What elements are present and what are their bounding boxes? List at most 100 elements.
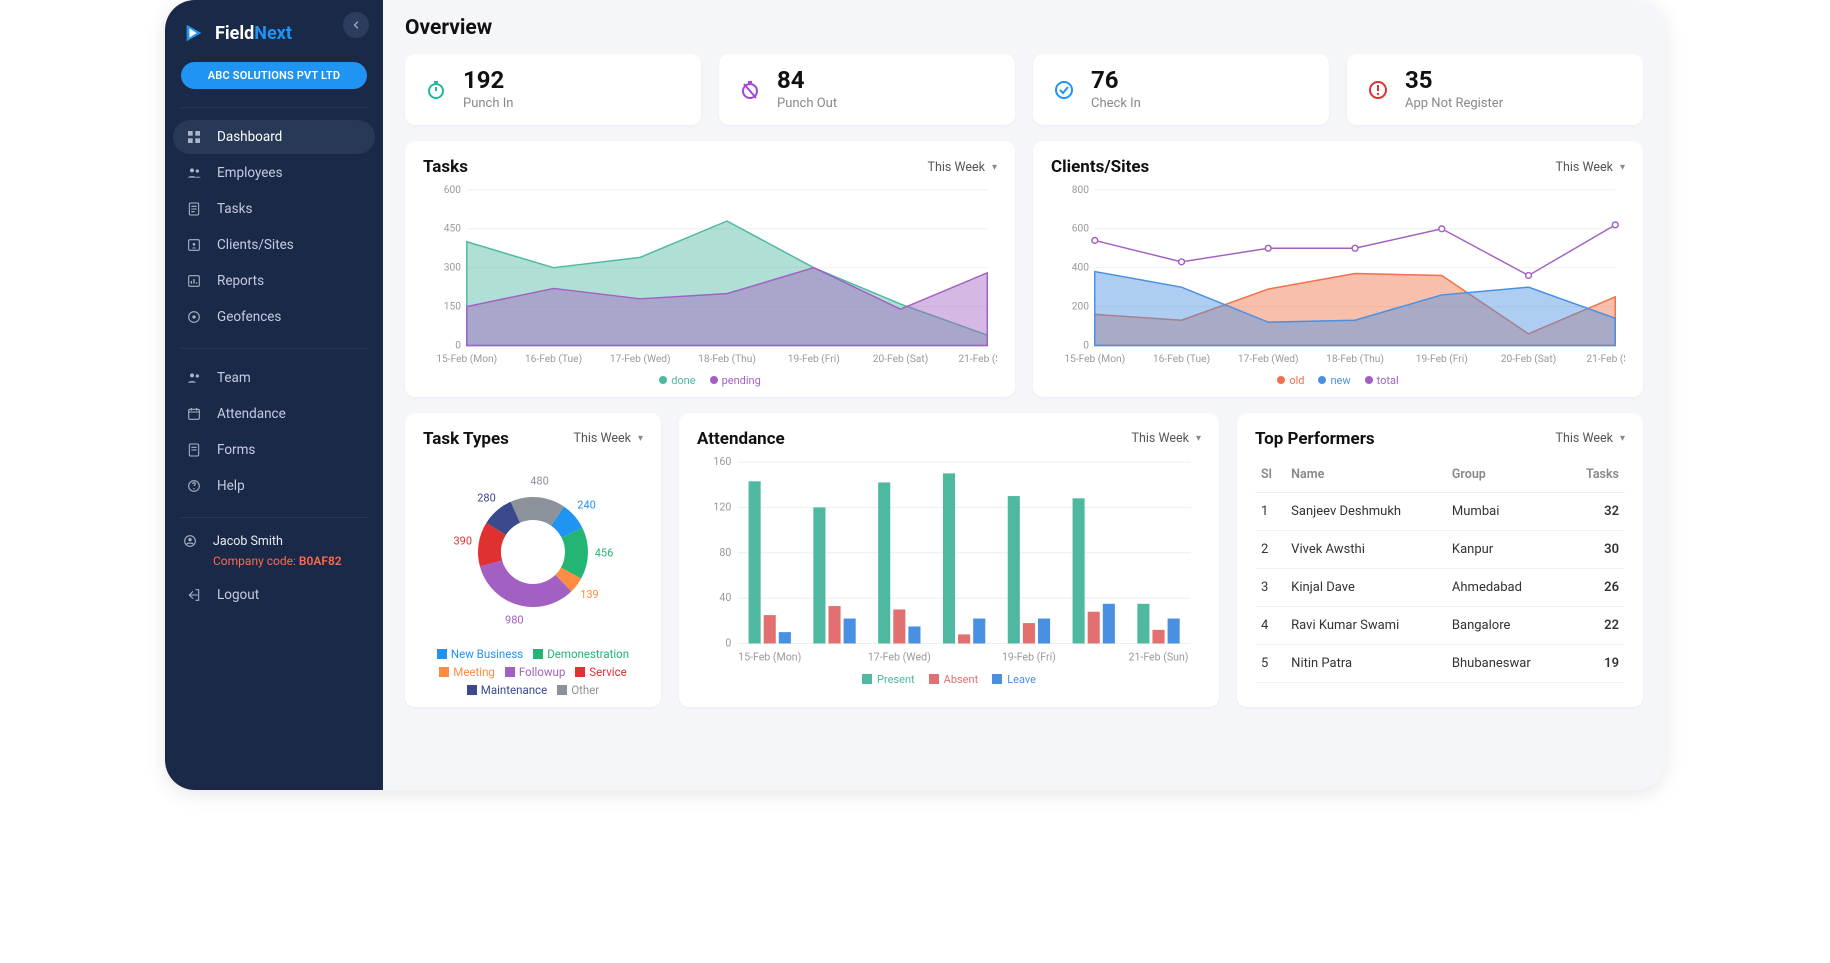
svg-text:450: 450	[444, 224, 461, 235]
sidebar-item-reports[interactable]: Reports	[173, 264, 375, 298]
sidebar-collapse-button[interactable]	[343, 12, 369, 38]
svg-text:390: 390	[453, 534, 472, 547]
sidebar-item-forms[interactable]: Forms	[173, 433, 375, 467]
tasks-chart: 015030045060015-Feb (Mon)16-Feb (Tue)17-…	[423, 185, 997, 370]
svg-text:600: 600	[1072, 224, 1089, 235]
svg-text:17-Feb (Wed): 17-Feb (Wed)	[610, 353, 671, 365]
logout-icon	[185, 586, 203, 604]
brand-icon	[183, 22, 205, 44]
help-icon	[185, 477, 203, 495]
brand-name: FieldNext	[215, 23, 292, 44]
nav-label: Tasks	[217, 201, 252, 217]
svg-text:21-Feb (Sun): 21-Feb (Sun)	[1586, 353, 1625, 365]
svg-text:17-Feb (Wed): 17-Feb (Wed)	[868, 650, 931, 663]
sidebar-item-dashboard[interactable]: Dashboard	[173, 120, 375, 154]
svg-text:19-Feb (Fri): 19-Feb (Fri)	[1002, 650, 1056, 663]
sidebar-item-team[interactable]: Team	[173, 361, 375, 395]
stat-icon	[1365, 77, 1391, 103]
top-time-select[interactable]: This Week	[1556, 431, 1625, 446]
svg-text:160: 160	[713, 457, 731, 468]
svg-text:21-Feb (Sun): 21-Feb (Sun)	[1129, 650, 1189, 663]
geo-icon	[185, 308, 203, 326]
people-icon	[185, 164, 203, 182]
stat-label: Punch Out	[777, 96, 837, 111]
svg-text:0: 0	[455, 340, 461, 351]
attendance-time-select[interactable]: This Week	[1132, 431, 1201, 446]
stat-label: App Not Register	[1405, 96, 1503, 111]
divider	[181, 517, 367, 518]
svg-text:15-Feb (Mon): 15-Feb (Mon)	[436, 353, 497, 365]
chevron-left-icon	[350, 19, 362, 31]
top-performers-panel: Top Performers This Week Sl Name Group T…	[1237, 413, 1643, 707]
stat-icon	[423, 77, 449, 103]
sidebar-item-geofences[interactable]: Geofences	[173, 300, 375, 334]
svg-text:19-Feb (Fri): 19-Feb (Fri)	[788, 353, 840, 365]
task-types-panel: Task Types This Week 2404561399803902804…	[405, 413, 661, 707]
tasks-time-select[interactable]: This Week	[928, 160, 997, 175]
clients-title: Clients/Sites	[1051, 157, 1149, 177]
main-content: Overview 192Punch In84Punch Out76Check I…	[383, 0, 1665, 790]
logout-button[interactable]: Logout	[173, 578, 375, 612]
company-badge: ABC SOLUTIONS PVT LTD	[181, 62, 367, 89]
svg-text:0: 0	[1083, 340, 1089, 351]
task-types-title: Task Types	[423, 429, 509, 449]
svg-text:16-Feb (Tue): 16-Feb (Tue)	[525, 353, 582, 365]
table-row: 4Ravi Kumar SwamiBangalore22	[1255, 606, 1625, 644]
company-code: Company code: B0AF82	[181, 554, 367, 568]
clients-legend: oldnewtotal	[1051, 374, 1625, 387]
nav-main: Dashboard Employees Tasks Clients/Sites Repo…	[165, 116, 383, 340]
table-row: 2Vivek AwsthiKanpur30	[1255, 530, 1625, 568]
col-sl: Sl	[1255, 457, 1285, 493]
svg-text:21-Feb (Sun): 21-Feb (Sun)	[958, 353, 997, 365]
col-tasks: Tasks	[1566, 457, 1625, 493]
sidebar-item-employees[interactable]: Employees	[173, 156, 375, 190]
svg-text:300: 300	[444, 263, 461, 274]
divider	[181, 107, 367, 108]
svg-text:280: 280	[477, 491, 496, 504]
svg-text:240: 240	[577, 498, 596, 511]
stat-card: 192Punch In	[405, 54, 701, 125]
nav-label: Dashboard	[217, 129, 282, 145]
stat-icon	[737, 77, 763, 103]
svg-text:16-Feb (Tue): 16-Feb (Tue)	[1153, 353, 1210, 365]
svg-text:980: 980	[505, 613, 524, 626]
attendance-legend: PresentAbsentLeave	[697, 673, 1201, 686]
sidebar-item-help[interactable]: Help	[173, 469, 375, 503]
stat-card: 35App Not Register	[1347, 54, 1643, 125]
nav-label: Clients/Sites	[217, 237, 294, 253]
task-types-chart: 240456139980390280480 New BusinessDemone…	[423, 457, 643, 697]
sidebar-item-clientssites[interactable]: Clients/Sites	[173, 228, 375, 262]
team-icon	[185, 369, 203, 387]
user-block: Jacob Smith Company code: B0AF82	[165, 526, 383, 574]
nav-label: Forms	[217, 442, 255, 458]
nav-logout: Logout	[165, 574, 383, 618]
clients-time-select[interactable]: This Week	[1556, 160, 1625, 175]
svg-text:15-Feb (Mon): 15-Feb (Mon)	[1064, 353, 1125, 365]
forms-icon	[185, 441, 203, 459]
user-avatar-icon	[181, 532, 199, 550]
svg-text:40: 40	[719, 591, 731, 604]
stat-icon	[1051, 77, 1077, 103]
user-name: Jacob Smith	[213, 534, 283, 549]
sidebar-item-tasks[interactable]: Tasks	[173, 192, 375, 226]
stat-value: 192	[463, 68, 513, 92]
col-group: Group	[1446, 457, 1566, 493]
svg-text:17-Feb (Wed): 17-Feb (Wed)	[1238, 353, 1299, 365]
stat-value: 84	[777, 68, 837, 92]
sidebar: FieldNext ABC SOLUTIONS PVT LTD Dashboar…	[165, 0, 383, 790]
task-types-time-select[interactable]: This Week	[574, 431, 643, 446]
stats-row: 192Punch In84Punch Out76Check In35App No…	[405, 54, 1643, 125]
svg-text:200: 200	[1072, 302, 1089, 313]
stat-label: Check In	[1091, 96, 1141, 111]
svg-text:400: 400	[1072, 263, 1089, 274]
table-row: 5Nitin PatraBhubaneswar19	[1255, 644, 1625, 682]
svg-text:600: 600	[444, 185, 461, 196]
stat-card: 84 Punch Out	[719, 54, 1015, 125]
svg-text:80: 80	[719, 546, 731, 559]
attendance-title: Attendance	[697, 429, 785, 449]
tasks-legend: donepending	[423, 374, 997, 387]
svg-text:0: 0	[725, 636, 731, 649]
table-row: 1Sanjeev DeshmukhMumbai32	[1255, 492, 1625, 530]
sidebar-item-attendance[interactable]: Attendance	[173, 397, 375, 431]
top-performers-table: Sl Name Group Tasks 1Sanjeev DeshmukhMum…	[1255, 457, 1625, 683]
